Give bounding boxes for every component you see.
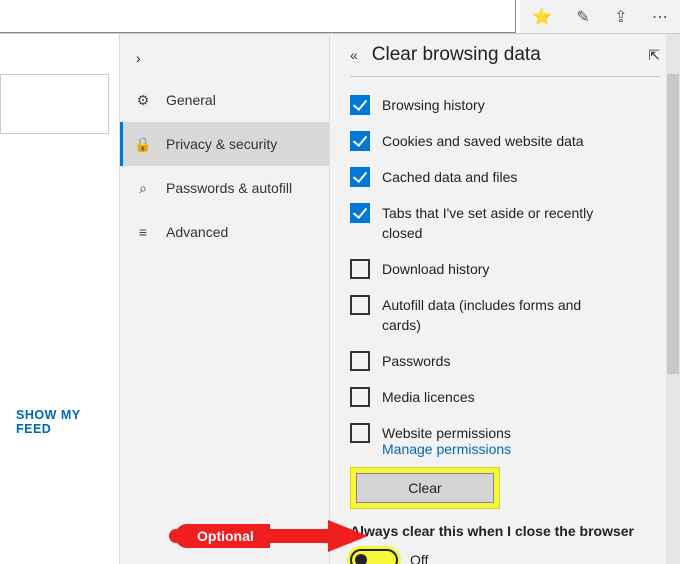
checkbox-website-permissions[interactable]: Website permissions [350,423,660,443]
clear-browsing-data-panel: « Clear browsing data ⇱ Browsing history… [330,34,680,564]
panel-header: « Clear browsing data ⇱ [350,44,660,77]
key-icon: ⌕ [134,180,152,197]
checkbox-icon[interactable] [350,295,370,315]
sidebar-item-label: Advanced [166,224,228,240]
show-my-feed-link[interactable]: SHOW MY FEED [0,408,119,564]
sidebar-item-privacy-security[interactable]: 🔒 Privacy & security [120,122,329,166]
gear-icon: ⚙ [134,92,152,109]
ink-icon[interactable]: ✎ [576,7,589,27]
panel-scrollbar-thumb[interactable] [667,74,679,374]
clear-button-highlight: Clear [350,467,500,509]
checkbox-label: Autofill data (includes forms and cards) [382,295,622,335]
always-clear-label: Always clear this when I close the brows… [350,523,660,539]
sliders-icon: ≡ [134,224,152,240]
address-bar[interactable] [0,0,516,33]
checkbox-label: Download history [382,259,489,279]
checkbox-browsing-history[interactable]: Browsing history [350,95,660,115]
favorites-icon[interactable]: ⭐ [532,7,552,27]
browser-top-bar: ⭐ ✎ ⇪ ⋯ [0,0,680,34]
annotation-label: Optional [175,524,270,548]
page-content-stub [0,74,109,134]
settings-sidebar: › ⚙ General 🔒 Privacy & security ⌕ Passw… [120,34,330,564]
checkbox-label: Browsing history [382,95,485,115]
checkbox-cookies[interactable]: Cookies and saved website data [350,131,660,151]
checkbox-media-licences[interactable]: Media licences [350,387,660,407]
topbar-icon-group: ⭐ ✎ ⇪ ⋯ [520,0,680,33]
manage-permissions-link[interactable]: Manage permissions [382,441,660,457]
toggle-knob-icon [355,554,367,564]
checkbox-label: Media licences [382,387,475,407]
annotation-arrow-shaft [270,529,330,543]
always-clear-toggle-row: Off [350,549,660,564]
checkbox-autofill-data[interactable]: Autofill data (includes forms and cards) [350,295,660,335]
annotation-arrow-head-icon [328,520,368,552]
checkbox-icon[interactable] [350,203,370,223]
checkbox-download-history[interactable]: Download history [350,259,660,279]
checkbox-icon[interactable] [350,167,370,187]
checkbox-icon[interactable] [350,387,370,407]
panel-title: Clear browsing data [372,44,634,66]
checkbox-passwords[interactable]: Passwords [350,351,660,371]
share-icon[interactable]: ⇪ [614,7,627,27]
checkbox-icon[interactable] [350,259,370,279]
checkbox-tabs-set-aside[interactable]: Tabs that I've set aside or recently clo… [350,203,660,243]
checkbox-label: Cookies and saved website data [382,131,584,151]
panel-back-icon[interactable]: « [350,47,358,63]
checkbox-icon[interactable] [350,131,370,151]
checkbox-label: Website permissions [382,423,511,443]
sidebar-item-label: Privacy & security [166,136,277,152]
sidebar-item-passwords-autofill[interactable]: ⌕ Passwords & autofill [120,166,329,210]
clear-button[interactable]: Clear [356,473,494,503]
checkbox-label: Tabs that I've set aside or recently clo… [382,203,622,243]
page-background: SHOW MY FEED [0,34,120,564]
checkbox-icon[interactable] [350,351,370,371]
lock-icon: 🔒 [134,136,152,153]
checkbox-label: Passwords [382,351,450,371]
sidebar-item-general[interactable]: ⚙ General [120,78,329,122]
pin-icon[interactable]: ⇱ [648,47,660,64]
sidebar-item-label: General [166,92,216,108]
checkbox-label: Cached data and files [382,167,517,187]
sidebar-item-advanced[interactable]: ≡ Advanced [120,210,329,254]
checkbox-icon[interactable] [350,95,370,115]
checkbox-cached-data[interactable]: Cached data and files [350,167,660,187]
more-icon[interactable]: ⋯ [652,7,668,27]
sidebar-item-label: Passwords & autofill [166,180,292,196]
panel-scrollbar[interactable] [666,34,680,564]
annotation-optional-arrow: Optional [175,520,368,552]
checkbox-icon[interactable] [350,423,370,443]
settings-back-chevron-icon[interactable]: › [136,50,141,66]
toggle-state-label: Off [410,552,428,564]
